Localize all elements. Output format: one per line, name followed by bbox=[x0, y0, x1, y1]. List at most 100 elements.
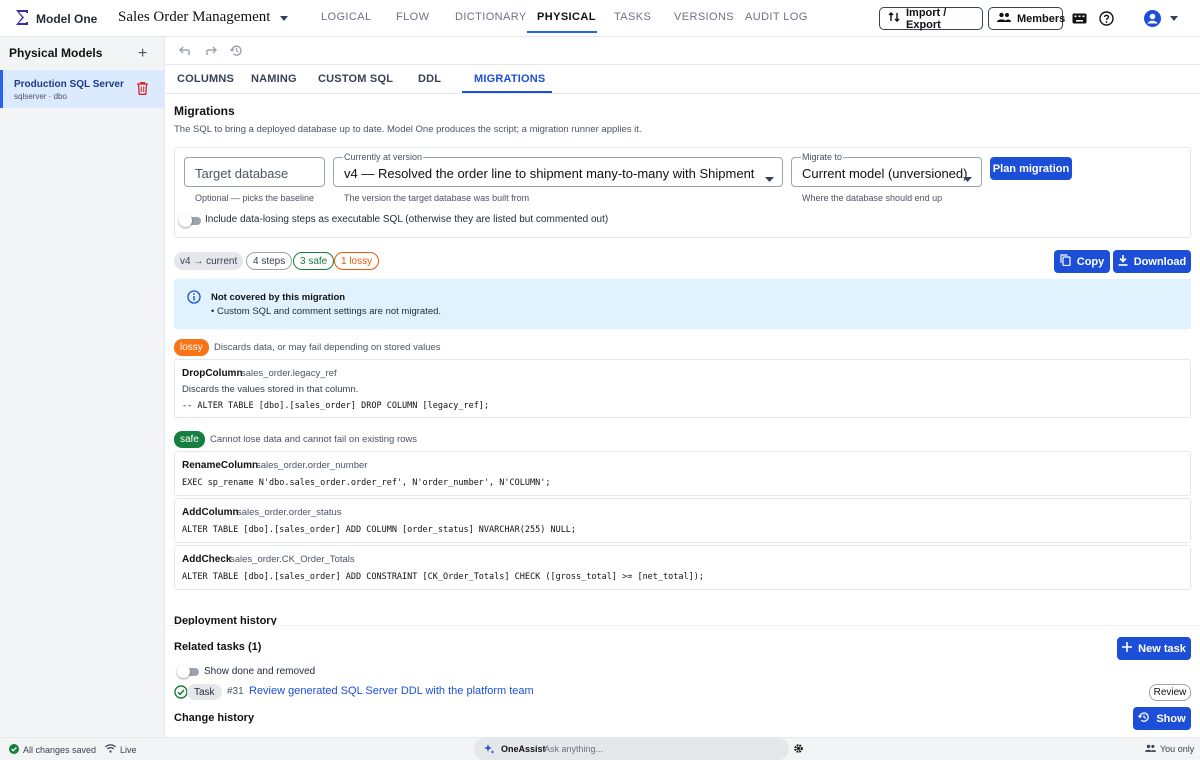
plan-migration-button[interactable]: Plan migration bbox=[990, 157, 1072, 180]
safe-count-chip: 3 safe bbox=[293, 252, 335, 270]
live-label: Live bbox=[120, 744, 137, 755]
app-logo[interactable]: Model One bbox=[14, 9, 97, 29]
check-circle-icon bbox=[174, 685, 188, 702]
current-version-value: v4 — Resolved the order line to shipment… bbox=[344, 166, 759, 181]
target-database-placeholder: Target database bbox=[195, 166, 289, 181]
settings-gear-icon[interactable] bbox=[793, 743, 804, 757]
people-icon bbox=[1145, 744, 1156, 754]
nav-tab-audit-log[interactable]: AUDIT LOG bbox=[745, 11, 808, 23]
active-subtab-indicator bbox=[462, 91, 552, 93]
project-name: Sales Order Management bbox=[118, 9, 271, 25]
subtab-naming[interactable]: NAMING bbox=[251, 73, 297, 85]
current-version-label: Currently at version bbox=[343, 152, 424, 162]
lossy-count-chip: 1 lossy bbox=[334, 252, 380, 270]
members-button[interactable]: Members bbox=[988, 7, 1066, 30]
step-target: sales_order.CK_Order_Totals bbox=[230, 554, 355, 565]
trash-icon[interactable] bbox=[137, 82, 148, 98]
notice-body: • Custom SQL and comment settings are no… bbox=[211, 306, 442, 317]
nav-tab-dictionary[interactable]: DICTIONARY bbox=[455, 11, 527, 23]
caret-down-icon bbox=[765, 171, 774, 185]
related-tasks-panel: Related tasks (1) New task Show done and… bbox=[165, 625, 1200, 737]
sparkle-icon bbox=[484, 744, 495, 758]
nav-tab-versions[interactable]: VERSIONS bbox=[674, 11, 734, 23]
caret-down-icon bbox=[280, 9, 289, 26]
task-number: #31 bbox=[227, 686, 244, 697]
safe-description: Cannot lose data and cannot fail on exis… bbox=[210, 434, 418, 445]
show-label: Show bbox=[1156, 712, 1186, 725]
keyboard-icon[interactable] bbox=[1070, 10, 1088, 26]
step-sql: -- ALTER TABLE [dbo].[sales_order] DROP … bbox=[182, 401, 490, 411]
step-kind: DropColumn bbox=[182, 368, 243, 379]
sigma-logo-icon bbox=[14, 9, 30, 29]
account-caret-icon[interactable] bbox=[1147, 14, 1159, 22]
help-icon[interactable] bbox=[1097, 9, 1115, 27]
assistant-name: OneAssist bbox=[501, 744, 546, 754]
sidebar-item-production-sql-server[interactable]: Production SQL Server sqlserver · dbo bbox=[0, 70, 164, 108]
review-task-button[interactable]: Review bbox=[1149, 684, 1191, 701]
not-covered-notice: Not covered by this migration • Custom S… bbox=[174, 279, 1191, 329]
show-change-history-button[interactable]: Show bbox=[1133, 707, 1191, 730]
migrations-description: The SQL to bring a deployed database up … bbox=[174, 124, 642, 135]
copy-label: Copy bbox=[1076, 255, 1105, 268]
app-name: Model One bbox=[36, 12, 98, 26]
project-selector[interactable]: Sales Order Management bbox=[118, 9, 289, 26]
version-range-chip: v4 → current bbox=[174, 252, 244, 270]
model-subtitle: sqlserver · dbo bbox=[14, 92, 67, 101]
subtab-migrations[interactable]: MIGRATIONS bbox=[474, 73, 545, 85]
step-target: sales_order.order_status bbox=[237, 507, 342, 518]
members-label: Members bbox=[1017, 12, 1066, 25]
new-task-button[interactable]: New task bbox=[1117, 637, 1191, 660]
subtab-custom-sql[interactable]: CUSTOM SQL bbox=[318, 73, 393, 85]
copy-button[interactable]: Copy bbox=[1054, 250, 1110, 273]
subtab-divider bbox=[165, 93, 1200, 94]
step-sql: ALTER TABLE [dbo].[sales_order] ADD COLU… bbox=[182, 525, 577, 535]
copy-icon bbox=[1060, 254, 1071, 269]
step-target: sales_order.legacy_ref bbox=[241, 368, 337, 379]
migrate-to-select[interactable]: Migrate to Current model (unversioned) bbox=[791, 152, 982, 187]
migrate-to-help: Where the database should end up bbox=[802, 193, 943, 203]
migration-step-add-column: AddColumn sales_order.order_status ALTER… bbox=[174, 498, 1191, 543]
undo-icon[interactable] bbox=[178, 44, 192, 57]
task-title-link[interactable]: Review generated SQL Server DDL with the… bbox=[249, 685, 534, 697]
account-menu-caret-icon[interactable] bbox=[1169, 14, 1179, 22]
history-icon[interactable] bbox=[229, 43, 243, 57]
sidebar-title: Physical Models bbox=[9, 46, 103, 60]
caret-down-icon bbox=[963, 171, 972, 185]
current-version-select[interactable]: Currently at version v4 — Resolved the o… bbox=[333, 152, 783, 187]
nav-tab-tasks[interactable]: TASKS bbox=[614, 11, 651, 23]
sidebar: Physical Models + Production SQL Server … bbox=[0, 37, 165, 737]
people-icon bbox=[997, 12, 1011, 25]
subtab-ddl[interactable]: DDL bbox=[418, 73, 441, 85]
show-done-toggle[interactable] bbox=[177, 665, 199, 678]
import-export-label: Import / Export bbox=[906, 6, 947, 31]
download-button[interactable]: Download bbox=[1113, 250, 1191, 273]
swap-vertical-icon bbox=[888, 11, 900, 26]
subtab-columns[interactable]: COLUMNS bbox=[177, 73, 234, 85]
assistant-bar[interactable]: OneAssist Ask anything... bbox=[474, 738, 789, 760]
include-lossy-toggle[interactable] bbox=[179, 214, 201, 227]
redo-icon[interactable] bbox=[203, 44, 217, 57]
step-note: Discards the values stored in that colum… bbox=[182, 384, 359, 395]
lossy-description: Discards data, or may fail depending on … bbox=[214, 342, 441, 353]
migrate-to-label: Migrate to bbox=[801, 152, 844, 162]
top-bar: Model One Sales Order Management LOGICAL… bbox=[0, 0, 1200, 37]
edit-toolbar bbox=[165, 37, 1200, 65]
step-kind: AddColumn bbox=[182, 507, 239, 518]
visibility-status[interactable]: You only bbox=[1145, 744, 1194, 754]
migration-step-add-check: AddCheck sales_order.CK_Order_Totals ALT… bbox=[174, 545, 1191, 590]
nav-tab-flow[interactable]: FLOW bbox=[396, 11, 429, 23]
step-target: sales_order.order_number bbox=[256, 460, 368, 471]
new-task-label: New task bbox=[1138, 642, 1186, 655]
info-icon bbox=[187, 290, 201, 307]
nav-tab-physical[interactable]: PHYSICAL bbox=[537, 11, 596, 23]
task-type-chip: Task bbox=[187, 684, 222, 700]
assistant-input[interactable]: Ask anything... bbox=[544, 744, 603, 754]
live-status: Live bbox=[105, 744, 137, 755]
import-export-button[interactable]: Import / Export bbox=[879, 6, 983, 31]
steps-count-chip: 4 steps bbox=[246, 252, 293, 270]
status-bar: All changes saved Live OneAssist Ask any… bbox=[0, 737, 1200, 760]
nav-tab-logical[interactable]: LOGICAL bbox=[321, 11, 372, 23]
add-model-icon[interactable]: + bbox=[138, 45, 147, 63]
migrations-heading: Migrations bbox=[174, 104, 235, 118]
target-database-input[interactable]: Target database bbox=[184, 157, 325, 187]
